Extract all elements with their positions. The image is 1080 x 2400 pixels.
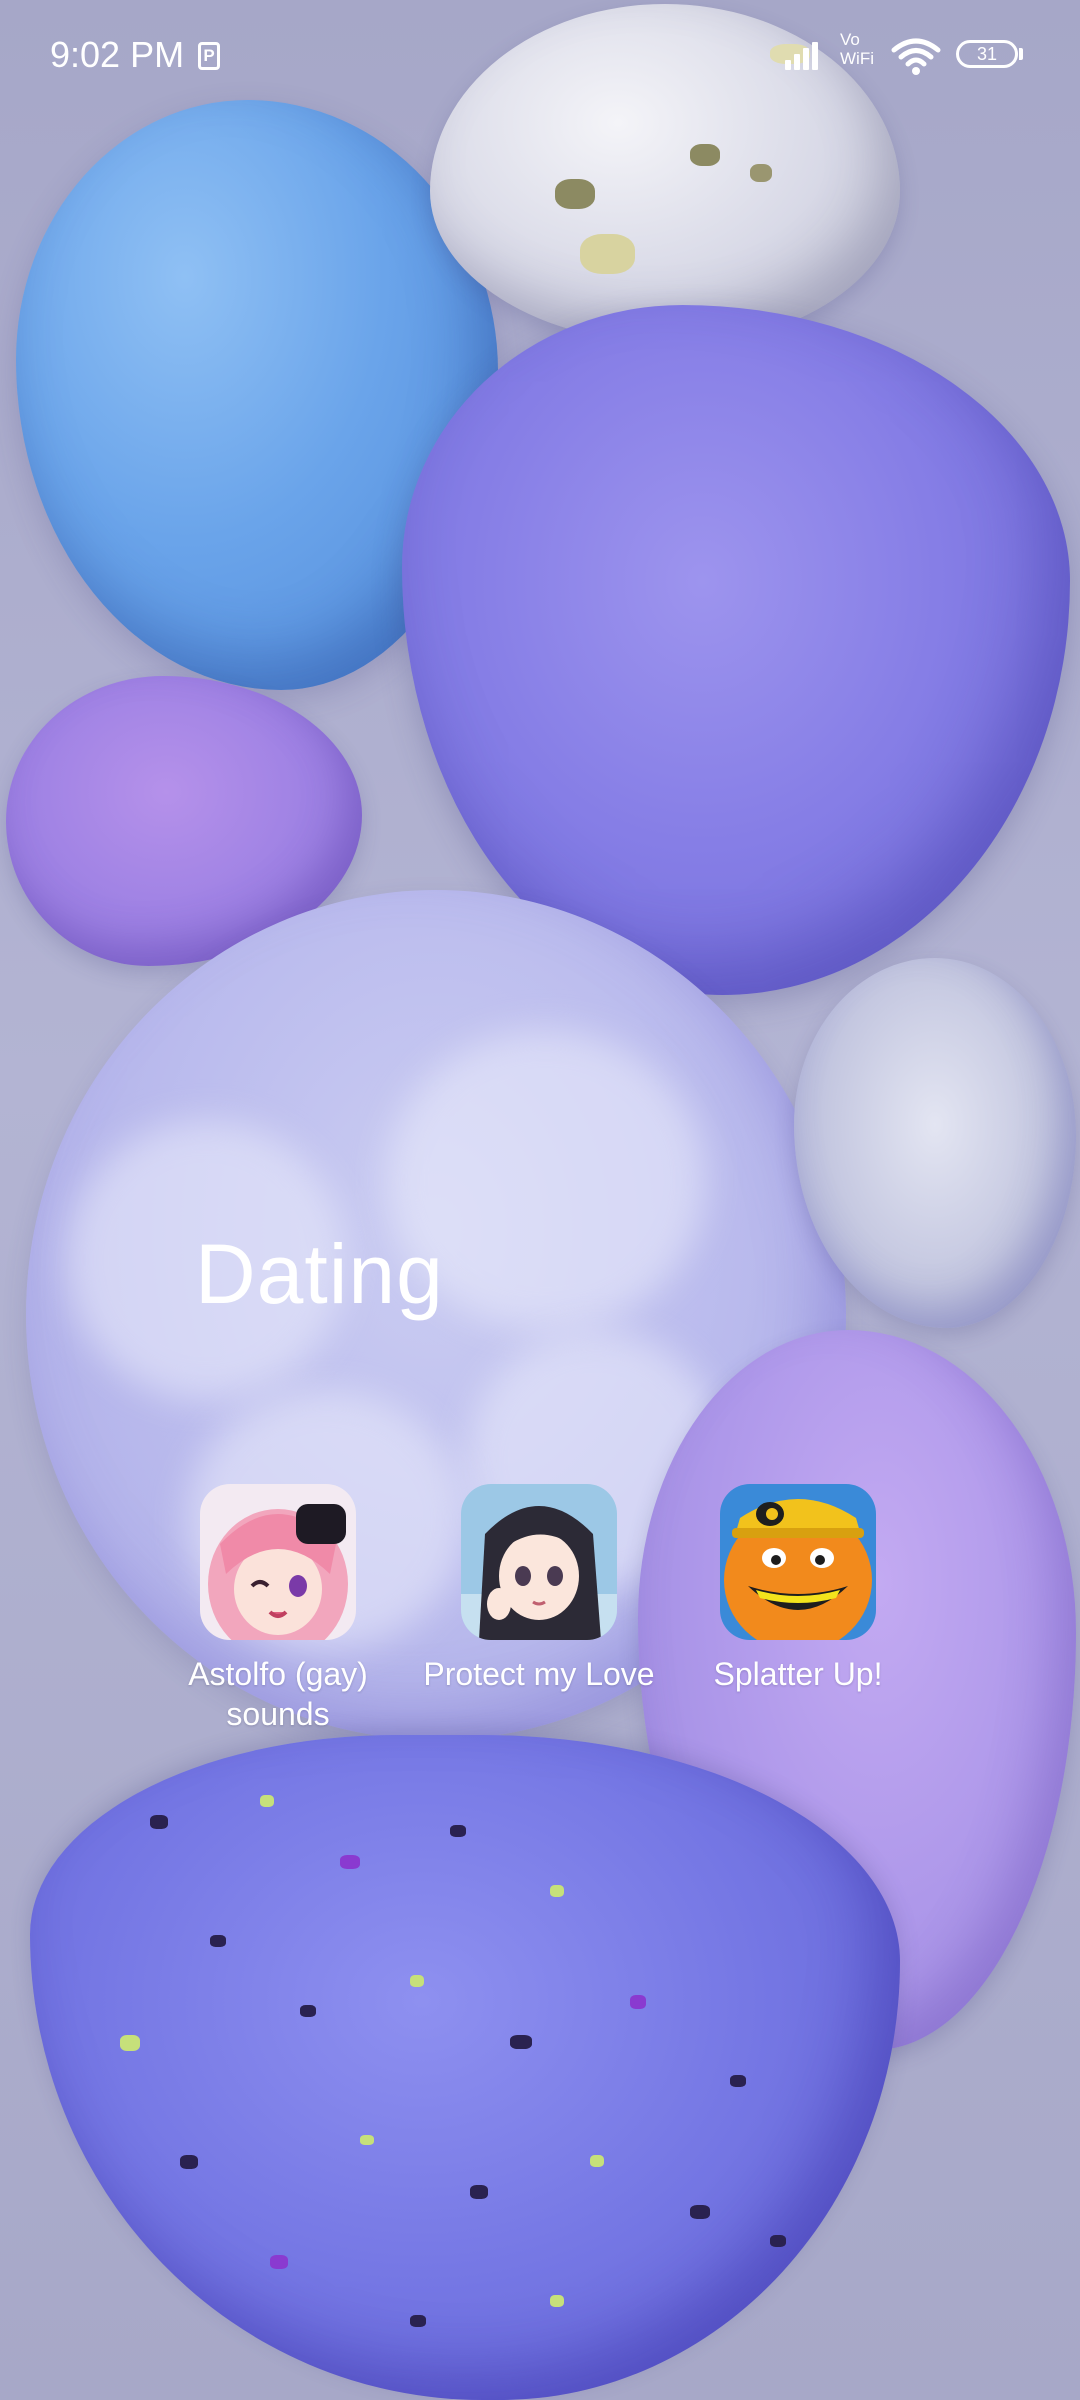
- app-splatter-up[interactable]: Splatter Up!: [668, 1484, 928, 1694]
- anime-pink-hair-character-icon[interactable]: [200, 1484, 356, 1640]
- app-protect-my-love[interactable]: Protect my Love: [409, 1484, 669, 1694]
- status-bar: 9:02 PM P Vo WiFi 31: [0, 0, 1080, 110]
- battery-tip: [1019, 48, 1023, 60]
- sim-card-icon: P: [198, 42, 220, 70]
- signal-bars-icon: [785, 38, 825, 70]
- wallpaper-terrazzo-pebble: [30, 1735, 900, 2400]
- vowifi-line1: Vo: [840, 30, 860, 49]
- clock: 9:02 PM: [50, 34, 185, 75]
- wallpaper: [0, 0, 1080, 2400]
- anime-dark-hair-girl-icon[interactable]: [461, 1484, 617, 1640]
- annoying-orange-icon[interactable]: [720, 1484, 876, 1640]
- folder-title[interactable]: Dating: [195, 1226, 444, 1323]
- app-astolfo-sounds[interactable]: Astolfo (gay) sounds: [148, 1484, 408, 1734]
- vowifi-icon: Vo WiFi: [840, 30, 884, 72]
- app-label: Astolfo (gay) sounds: [188, 1656, 368, 1732]
- app-label: Protect my Love: [423, 1656, 655, 1692]
- battery-icon: 31: [956, 40, 1018, 68]
- vowifi-line2: WiFi: [840, 49, 874, 68]
- app-label: Splatter Up!: [713, 1656, 883, 1692]
- wallpaper-violet-pebble: [402, 305, 1070, 995]
- wifi-icon: [891, 38, 941, 75]
